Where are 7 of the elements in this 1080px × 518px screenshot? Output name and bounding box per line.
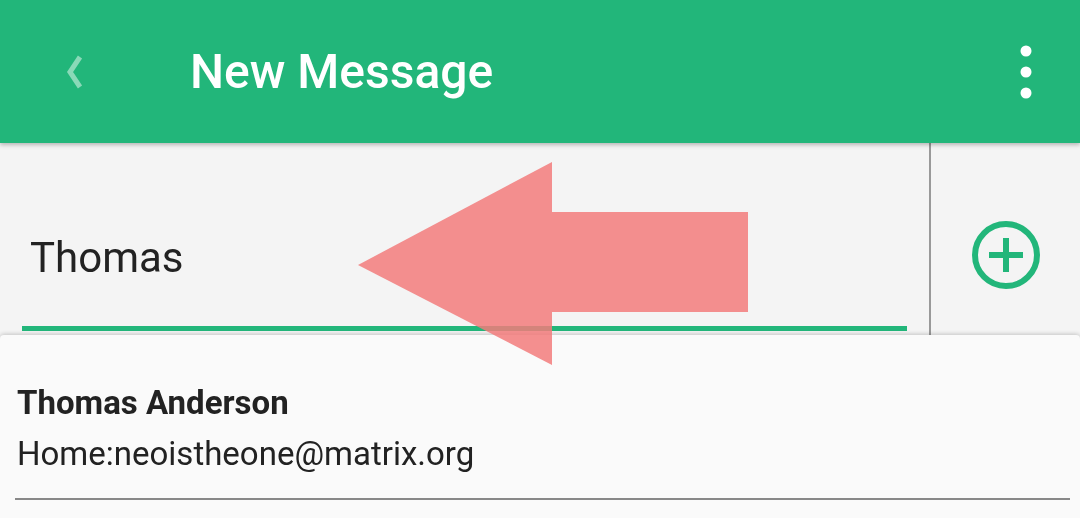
contact-email: Home:neoistheone@matrix.org: [17, 434, 476, 473]
screen-title: New Message: [190, 43, 495, 100]
more-options-icon: [1020, 44, 1032, 99]
more-options-button[interactable]: [1020, 44, 1032, 99]
plus-circle-icon: [970, 220, 1041, 290]
back-icon: [66, 54, 84, 89]
contact-name: Thomas Anderson: [17, 383, 290, 422]
